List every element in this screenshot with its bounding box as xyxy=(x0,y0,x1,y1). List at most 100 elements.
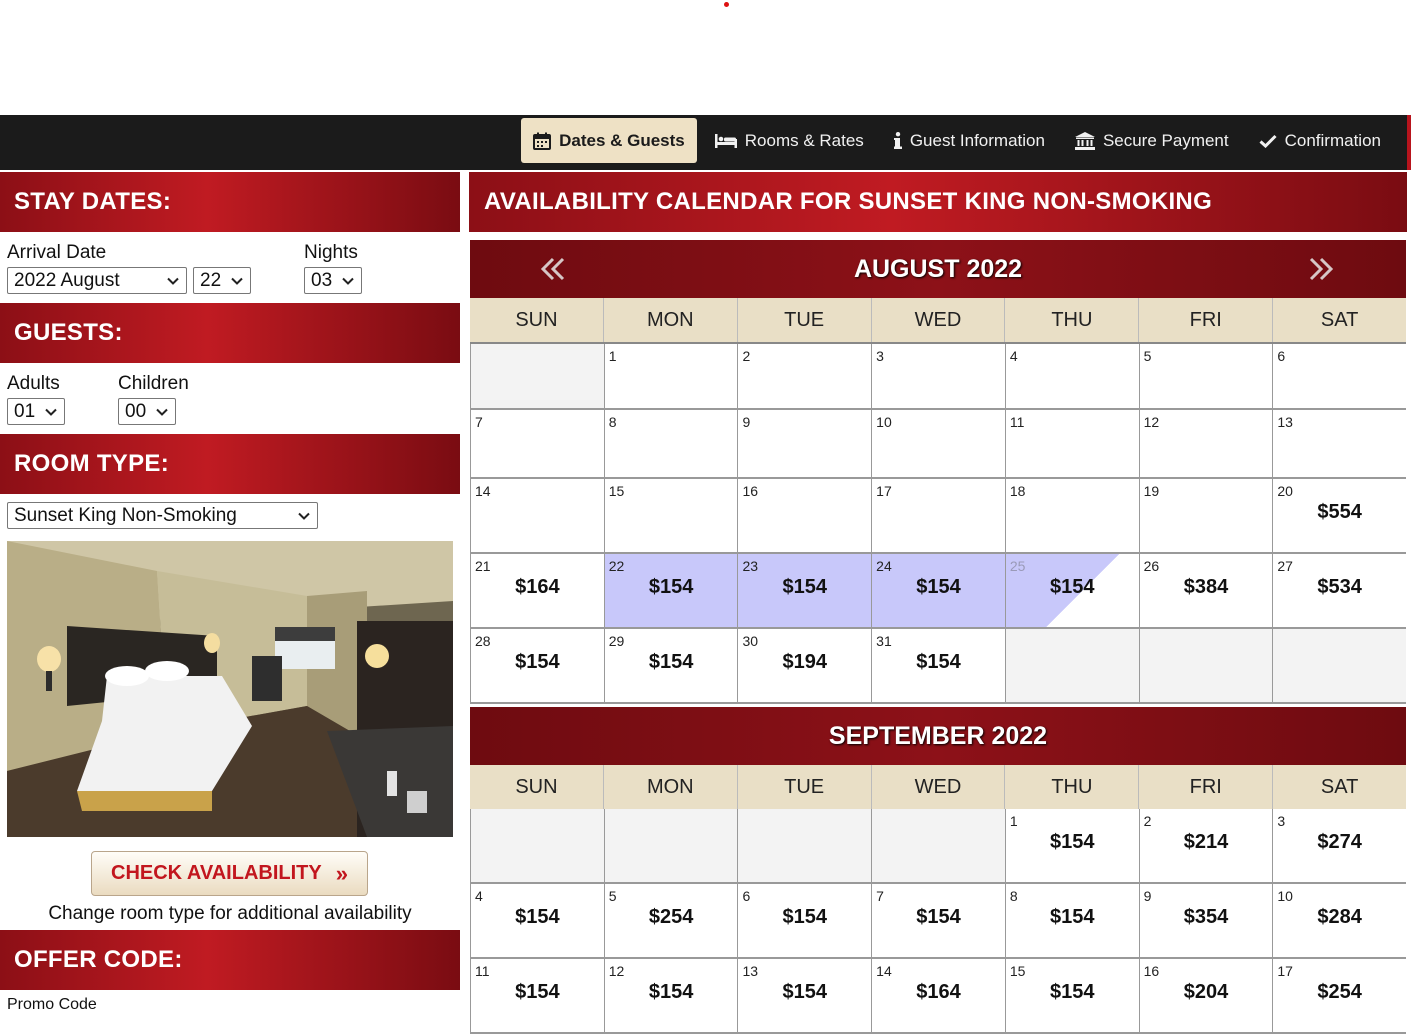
day-number: 10 xyxy=(876,414,892,430)
nav-secure-payment[interactable]: Secure Payment xyxy=(1063,118,1241,163)
adults-select[interactable]: 01 xyxy=(7,398,65,425)
calendar-day-cell[interactable]: 5 $254 xyxy=(603,884,738,957)
day-rate: $154 xyxy=(648,576,694,598)
double-chevron-right-icon xyxy=(1309,257,1334,281)
calendar-day-cell[interactable]: 20 $554 xyxy=(1272,479,1407,552)
calendar-day-cell[interactable]: 14 $164 xyxy=(871,959,1005,1032)
calendar-day-cell[interactable]: 18 xyxy=(1004,479,1139,552)
calendar-day-cell[interactable]: 4 $154 xyxy=(470,884,604,957)
calendar-day-cell[interactable]: 29 $154 xyxy=(603,629,738,702)
nav-rooms-rates[interactable]: Rooms & Rates xyxy=(703,118,876,163)
calendar-day-cell[interactable]: 6 xyxy=(1272,344,1407,408)
day-number: 3 xyxy=(1277,813,1286,829)
day-number: 15 xyxy=(608,483,625,499)
day-number: 7 xyxy=(475,414,483,430)
calendar-empty-cell xyxy=(1004,629,1139,702)
calendar-day-cell[interactable]: 13 xyxy=(1272,410,1407,477)
day-rate: $154 xyxy=(648,981,694,1003)
day-number: 7 xyxy=(876,888,884,904)
calendar-day-cell[interactable]: 5 xyxy=(1138,344,1273,408)
day-rate: $154 xyxy=(515,981,560,1003)
day-number: 6 xyxy=(742,888,751,904)
nav-dates-guests[interactable]: Dates & Guests xyxy=(521,118,697,163)
day-number: 11 xyxy=(475,963,490,979)
day-number: 13 xyxy=(742,963,759,979)
day-rate: $154 xyxy=(782,981,828,1003)
calendar-day-cell[interactable]: 6 $154 xyxy=(737,884,872,957)
calendar-day-cell[interactable]: 13 $154 xyxy=(737,959,872,1032)
calendar-day-cell[interactable]: 16 $204 xyxy=(1138,959,1273,1032)
weekday-wed: WED xyxy=(870,765,1005,809)
calendar-day-cell[interactable]: 24 $154 xyxy=(871,554,1005,627)
day-number: 1 xyxy=(608,348,617,364)
calendar-day-cell[interactable]: 7 xyxy=(470,410,604,477)
calendar-day-cell[interactable]: 17 $254 xyxy=(1272,959,1407,1032)
calendar-day-cell[interactable]: 19 xyxy=(1138,479,1273,552)
calendar-day-cell[interactable]: 11 xyxy=(1004,410,1139,477)
room-photo xyxy=(7,541,453,837)
weekday-sat: SAT xyxy=(1272,765,1406,809)
next-month-button[interactable] xyxy=(1308,240,1334,298)
calendar-day-cell[interactable]: 12 xyxy=(1138,410,1273,477)
calendar-day-cell[interactable]: 22 $154 xyxy=(603,554,738,627)
calendar-day-cell[interactable]: 10 xyxy=(871,410,1005,477)
day-rate: $384 xyxy=(1183,576,1229,598)
calendar-day-cell[interactable]: 16 xyxy=(737,479,872,552)
calendar-day-cell[interactable]: 7 $154 xyxy=(871,884,1005,957)
day-rate: $214 xyxy=(1183,831,1229,853)
calendar-day-cell[interactable]: 4 xyxy=(1004,344,1139,408)
calendar-day-cell[interactable]: 8 $154 xyxy=(1004,884,1139,957)
calendar-week: 1 2 3 4 5 6 xyxy=(470,344,1407,410)
nav-guest-information[interactable]: Guest Information xyxy=(882,118,1057,163)
calendar-week: 21 $164 22 $154 23 $154 24 $154 25 $154 26 $384 27 $5… xyxy=(470,554,1407,629)
weekday-sun: SUN xyxy=(515,776,558,798)
arrival-month-select[interactable]: 2022 August xyxy=(7,267,187,294)
chevron-down-icon xyxy=(298,512,310,520)
calendar-day-cell[interactable]: 14 xyxy=(470,479,604,552)
calendar-day-cell[interactable]: 31 $154 xyxy=(871,629,1005,702)
calendar-day-cell[interactable]: 1 xyxy=(603,344,738,408)
calendar-day-cell[interactable]: 2 $214 xyxy=(1138,809,1273,882)
arrival-day-select[interactable]: 22 xyxy=(193,267,251,294)
calendar-day-cell[interactable]: 2 xyxy=(737,344,872,408)
calendar-day-cell[interactable]: 8 xyxy=(603,410,738,477)
promo-code-label: Promo Code xyxy=(7,996,97,1013)
nav-confirmation[interactable]: Confirmation xyxy=(1247,118,1393,163)
calendar-day-cell[interactable]: 27 $534 xyxy=(1272,554,1407,627)
day-number: 19 xyxy=(1143,483,1160,499)
calendar-day-cell[interactable]: 12 $154 xyxy=(603,959,738,1032)
children-select[interactable]: 00 xyxy=(118,398,176,425)
day-rate: $254 xyxy=(648,906,694,928)
calendar-day-cell[interactable]: 11 $154 xyxy=(470,959,604,1032)
calendar-day-cell[interactable]: 9 xyxy=(737,410,872,477)
day-rate: $154 xyxy=(916,576,961,598)
nights-select[interactable]: 03 xyxy=(304,267,362,294)
day-number: 4 xyxy=(475,888,483,904)
day-number: 5 xyxy=(1143,348,1152,364)
calendar-day-cell[interactable]: 9 $354 xyxy=(1138,884,1273,957)
weekday-sun: SUN xyxy=(515,309,558,331)
prev-month-button[interactable] xyxy=(540,240,566,298)
day-number: 17 xyxy=(876,483,892,499)
calendar-day-cell[interactable]: 23 $154 xyxy=(737,554,872,627)
day-number: 23 xyxy=(742,558,759,574)
check-availability-button[interactable]: CHECK AVAILABILITY » xyxy=(91,851,368,896)
calendar-day-cell[interactable]: 10 $284 xyxy=(1272,884,1407,957)
calendar-day-cell[interactable]: 15 xyxy=(603,479,738,552)
weekday-header: SUN MON TUE WED THU FRI SAT xyxy=(470,765,1406,811)
room-type-select[interactable]: Sunset King Non-Smoking xyxy=(7,502,318,529)
calendar-day-cell[interactable]: 3 $274 xyxy=(1272,809,1407,882)
month-header-august: AUGUST 2022 xyxy=(470,240,1406,298)
calendar-day-cell[interactable]: 1 $154 xyxy=(1004,809,1139,882)
calendar-day-cell[interactable]: 26 $384 xyxy=(1138,554,1273,627)
calendar-day-cell[interactable]: 30 $194 xyxy=(737,629,872,702)
day-rate: $164 xyxy=(916,981,961,1003)
calendar-day-cell[interactable]: 17 xyxy=(871,479,1005,552)
calendar-day-cell[interactable]: 15 $154 xyxy=(1004,959,1139,1032)
calendar-day-cell[interactable]: 21 $164 xyxy=(470,554,604,627)
day-number: 31 xyxy=(876,633,892,649)
nav-edge xyxy=(1407,115,1411,170)
calendar-day-cell[interactable]: 25 $154 xyxy=(1004,554,1139,627)
calendar-day-cell[interactable]: 28 $154 xyxy=(470,629,604,702)
calendar-day-cell[interactable]: 3 xyxy=(871,344,1005,408)
